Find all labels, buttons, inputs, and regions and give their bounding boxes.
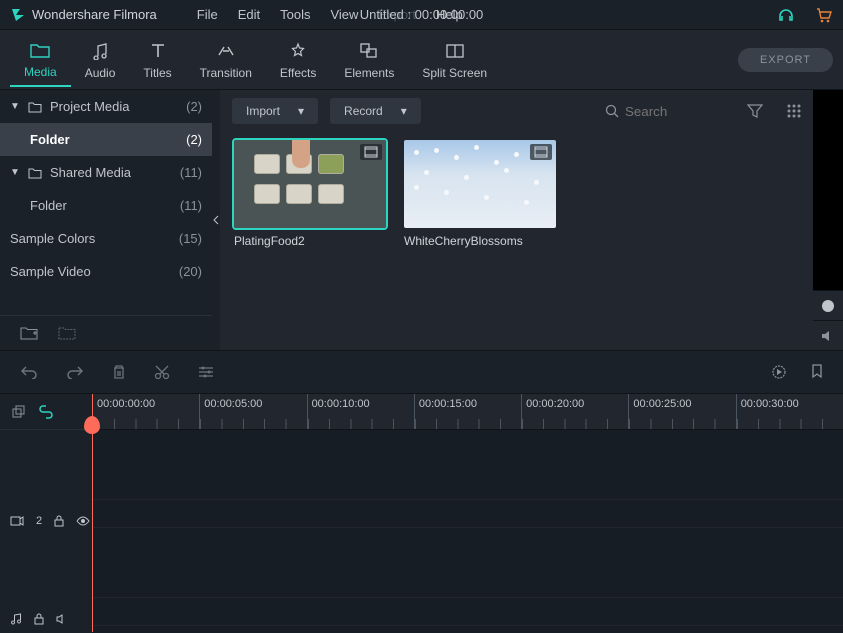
transition-icon [216, 40, 236, 62]
audio-track-spacer[interactable] [92, 528, 843, 598]
text-icon [149, 40, 167, 62]
sidebar-sample-colors[interactable]: Sample Colors (15) [0, 222, 212, 255]
media-thumb-2[interactable]: WhiteCherryBlossoms [404, 140, 556, 248]
lock-icon[interactable] [34, 613, 44, 625]
app-logo: Wondershare Filmora [10, 7, 157, 23]
chevron-down-icon: ▼ [10, 101, 20, 112]
record-dropdown[interactable]: Record ▾ [330, 98, 421, 124]
folder-icon [28, 167, 42, 179]
elements-icon [359, 40, 379, 62]
playhead[interactable] [92, 394, 93, 632]
timeline-ruler[interactable]: 00:00:00:00 00:00:05:00 00:00:10:00 00:0… [92, 394, 843, 430]
ruler-tick: 00:00:10:00 [307, 394, 414, 429]
lock-icon[interactable] [54, 515, 64, 527]
tab-elements[interactable]: Elements [330, 34, 408, 86]
tab-splitscreen[interactable]: Split Screen [408, 34, 501, 86]
chevron-down-icon: ▾ [298, 104, 304, 118]
undo-icon[interactable] [20, 365, 38, 379]
volume-icon[interactable] [813, 320, 843, 350]
tab-transition[interactable]: Transition [186, 34, 266, 86]
folder-icon [30, 39, 50, 61]
app-name: Wondershare Filmora [32, 7, 157, 22]
ruler-tick: 00:00:20:00 [521, 394, 628, 429]
timeline-tracks[interactable] [92, 430, 843, 633]
menu-view[interactable]: View [330, 7, 358, 22]
cart-icon[interactable] [815, 6, 833, 24]
search-box[interactable] [597, 100, 723, 123]
delete-folder-icon[interactable] [58, 326, 76, 340]
preview-panel [813, 90, 843, 350]
media-thumb-1[interactable]: PlatingFood2 [234, 140, 386, 248]
panel-splitter[interactable] [212, 90, 220, 350]
sidebar-shared-media[interactable]: ▼ Shared Media (11) [0, 156, 212, 189]
splitscreen-icon [445, 40, 465, 62]
sidebar-folder-1[interactable]: Folder (2) [0, 123, 212, 156]
sidebar-project-media[interactable]: ▼ Project Media (2) [0, 90, 212, 123]
duplicate-icon[interactable] [12, 405, 26, 419]
export-button[interactable]: EXPORT [738, 48, 833, 72]
tab-titles[interactable]: Titles [129, 34, 185, 86]
effects-icon [289, 40, 307, 62]
adjust-icon[interactable] [198, 365, 214, 379]
audio-track-icon [10, 613, 22, 625]
delete-icon[interactable] [112, 364, 126, 380]
thumb-label: PlatingFood2 [234, 234, 386, 248]
media-sidebar: ▼ Project Media (2) Folder (2) ▼ Shared … [0, 90, 212, 350]
menu-edit[interactable]: Edit [238, 7, 260, 22]
new-folder-icon[interactable] [20, 326, 38, 340]
media-content: Import ▾ Record ▾ [220, 90, 813, 350]
ruler-tick: 00:00:05:00 [199, 394, 306, 429]
music-icon [90, 40, 110, 62]
project-title: Untitled : 00:00:00:00 [360, 7, 484, 22]
filter-icon[interactable] [747, 104, 763, 118]
ruler-tick: 00:00:30:00 [736, 394, 843, 429]
mute-icon[interactable] [56, 614, 68, 624]
ruler-tick: 00:00:00:00 [92, 394, 199, 429]
tab-audio[interactable]: Audio [71, 34, 130, 86]
grid-view-icon[interactable] [787, 104, 801, 118]
link-icon[interactable] [38, 405, 54, 419]
tab-media[interactable]: Media [10, 33, 71, 87]
video-track-header[interactable]: 2 [0, 507, 92, 535]
marker-icon[interactable] [811, 364, 823, 380]
audio-track[interactable] [92, 598, 843, 626]
media-type-icon [530, 144, 552, 160]
audio-track-header[interactable] [0, 605, 92, 633]
video-track-spacer[interactable] [92, 430, 843, 500]
sidebar-sample-video[interactable]: Sample Video (20) [0, 255, 212, 288]
chevron-down-icon: ▾ [401, 104, 407, 118]
menu-tools[interactable]: Tools [280, 7, 310, 22]
ruler-tick: 00:00:25:00 [628, 394, 735, 429]
render-icon[interactable] [771, 364, 787, 380]
menu-file[interactable]: File [197, 7, 218, 22]
tab-effects[interactable]: Effects [266, 34, 330, 86]
chevron-down-icon: ▼ [10, 167, 20, 178]
media-type-icon [360, 144, 382, 160]
support-icon[interactable] [777, 6, 795, 24]
thumb-label: WhiteCherryBlossoms [404, 234, 556, 248]
video-track[interactable] [92, 500, 843, 528]
eye-icon[interactable] [76, 516, 90, 526]
video-track-icon [10, 516, 24, 526]
filmora-logo-icon [10, 7, 26, 23]
folder-icon [28, 101, 42, 113]
import-dropdown[interactable]: Import ▾ [232, 98, 318, 124]
search-input[interactable] [625, 104, 715, 119]
zoom-slider[interactable] [813, 290, 843, 320]
cut-icon[interactable] [154, 364, 170, 380]
sidebar-folder-2[interactable]: Folder (11) [0, 189, 212, 222]
ruler-tick: 00:00:15:00 [414, 394, 521, 429]
redo-icon[interactable] [66, 365, 84, 379]
search-icon [605, 104, 619, 118]
